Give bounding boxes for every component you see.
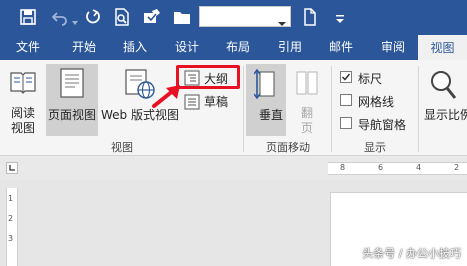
customize-dropdown-icon[interactable]: [334, 10, 346, 23]
ribbon-view: 阅读 视图 页面视图 Web 版式视图 大纲 草稿 视图 垂直 翻 页 页面移动…: [0, 60, 467, 156]
tab-mailings[interactable]: 邮件: [319, 34, 363, 60]
side-to-side-button[interactable]: 翻 页: [289, 64, 325, 136]
print-layout-label: 页面视图: [48, 108, 97, 122]
red-arrow-icon: [150, 82, 184, 114]
watermark: 头条号 / 办公小技巧: [362, 247, 461, 260]
quick-access-toolbar: [0, 0, 467, 34]
nav-pane-checkbox[interactable]: 导航窗格: [340, 116, 420, 132]
undo-icon[interactable]: [50, 7, 70, 27]
outline-button[interactable]: 大纲: [176, 65, 240, 89]
print-preview-icon[interactable]: [112, 7, 132, 27]
draft-label: 草稿: [204, 95, 229, 109]
ruler-tick: 6: [378, 163, 384, 172]
tab-view[interactable]: 视图: [418, 35, 467, 60]
zoom-label: 显示比例: [424, 108, 467, 122]
font-box[interactable]: [199, 6, 291, 27]
print-layout-button[interactable]: 页面视图: [46, 64, 98, 136]
outline-label: 大纲: [204, 72, 229, 86]
vertical-ruler[interactable]: 1 2 3: [6, 188, 18, 266]
vertical-scroll-icon: [253, 68, 278, 104]
tab-design[interactable]: 设计: [165, 34, 209, 60]
save-icon[interactable]: [18, 7, 38, 27]
vertical-label: 垂直: [259, 108, 284, 122]
draft-icon: [184, 94, 200, 114]
gridlines-label: 网格线: [358, 95, 395, 109]
redo-icon[interactable]: [83, 7, 103, 27]
ruler-label: 标尺: [358, 72, 383, 86]
undo-dropdown-icon[interactable]: [71, 12, 79, 25]
vertical-button[interactable]: 垂直: [246, 64, 286, 136]
page-movement-group-label: 页面移动: [266, 141, 310, 154]
tab-review[interactable]: 审阅: [371, 34, 415, 60]
ruler-tick: 2: [454, 163, 460, 172]
ribbon-tabs: 文件 开始 插入 设计 布局 引用 邮件 审阅 视图: [0, 34, 467, 60]
checkbox-checked: [340, 71, 352, 83]
magnifier-icon: [429, 70, 457, 104]
ruler-tick: 2: [8, 214, 14, 223]
read-mode-button[interactable]: 阅读 视图: [4, 64, 42, 136]
side-to-side-label-2: 页: [301, 121, 314, 135]
zoom-button[interactable]: 显示比例: [421, 64, 467, 136]
group-divider: [243, 66, 244, 152]
tab-home[interactable]: 开始: [62, 34, 106, 60]
print-layout-icon: [59, 68, 85, 102]
ruler-tick: 1: [8, 194, 14, 203]
group-divider: [331, 66, 332, 152]
ruler-tick: 4: [416, 163, 422, 172]
tab-selector-icon[interactable]: [6, 162, 18, 174]
open-folder-icon[interactable]: [172, 7, 192, 27]
tab-insert[interactable]: 插入: [113, 34, 157, 60]
nav-pane-label: 导航窗格: [358, 118, 407, 132]
tab-references[interactable]: 引用: [268, 34, 312, 60]
ruler-checkbox[interactable]: 标尺: [340, 70, 400, 86]
views-group-label: 视图: [111, 141, 133, 154]
show-group-label: 显示: [364, 141, 386, 154]
group-divider: [418, 66, 419, 152]
tab-file[interactable]: 文件: [6, 34, 50, 60]
horizontal-ruler[interactable]: 8 6 4 2: [328, 162, 467, 175]
touch-mode-icon[interactable]: [142, 7, 162, 27]
new-document-icon[interactable]: [300, 7, 320, 27]
checkbox-unchecked: [340, 94, 352, 106]
ruler-tick: 3: [8, 234, 14, 243]
read-mode-icon: [9, 68, 37, 100]
outline-icon: [184, 70, 200, 90]
chevron-down-icon[interactable]: [278, 13, 286, 26]
draft-button[interactable]: 草稿: [182, 92, 240, 112]
read-mode-label-2: 视图: [11, 121, 36, 135]
tab-layout[interactable]: 布局: [216, 34, 260, 60]
ruler-tick: 8: [340, 163, 346, 172]
side-to-side-icon: [295, 70, 319, 102]
gridlines-checkbox[interactable]: 网格线: [340, 93, 410, 109]
checkbox-unchecked: [340, 117, 352, 129]
